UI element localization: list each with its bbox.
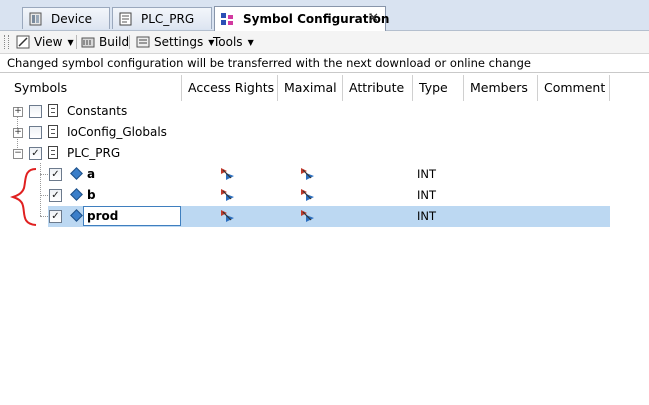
chevron-down-icon: ▼ — [67, 37, 74, 47]
column-header-access-rights[interactable]: Access Rights — [182, 75, 278, 101]
column-header-maximal[interactable]: Maximal — [278, 75, 343, 101]
column-header-members[interactable]: Members — [464, 75, 538, 101]
type-cell: INT — [417, 188, 437, 202]
gvl-icon — [48, 104, 58, 117]
tree-item-label: Constants — [67, 104, 128, 118]
column-header-comment[interactable]: Comment — [538, 75, 610, 101]
tree-row[interactable]: + Constants — [0, 101, 649, 122]
view-icon — [16, 35, 30, 49]
expand-icon[interactable]: + — [13, 107, 23, 117]
tree-item-label: IoConfig_Globals — [67, 125, 167, 139]
collapse-icon[interactable]: − — [13, 149, 23, 159]
tab-plc-prg[interactable]: PLC_PRG — [112, 7, 212, 29]
build-icon — [81, 35, 95, 49]
checkbox[interactable]: ✓ — [29, 147, 42, 160]
toolbar-separator — [129, 35, 130, 49]
toolbar: View ▼ Build Settings ▼ Tools ▼ — [0, 31, 649, 54]
grid-header: Symbols Access Rights Maximal Attribute … — [0, 75, 649, 101]
column-header-attribute[interactable]: Attribute — [343, 75, 413, 101]
tree-row[interactable]: + IoConfig_Globals — [0, 122, 649, 143]
access-rights-icon[interactable] — [220, 167, 236, 181]
maximal-access-icon — [301, 168, 314, 180]
column-header-type[interactable]: Type — [413, 75, 464, 101]
tools-menu-button[interactable]: Tools ▼ — [213, 33, 254, 51]
tree-row-selected[interactable]: ✓ prod INT — [0, 206, 649, 227]
maximal-access-icon — [301, 210, 314, 222]
symbol-config-icon — [221, 12, 235, 26]
tab-symbol-configuration[interactable]: Symbol Configuration ✕ — [214, 6, 389, 31]
tab-device[interactable]: Device — [22, 7, 110, 29]
checkbox[interactable]: ✓ — [49, 189, 62, 202]
checkbox[interactable]: ✓ — [49, 168, 62, 181]
access-rights-icon[interactable] — [220, 188, 236, 202]
settings-menu-button[interactable]: Settings ▼ — [136, 33, 214, 51]
close-tab-icon[interactable]: ✕ — [368, 12, 379, 26]
variable-name: b — [87, 188, 96, 202]
info-message: Changed symbol configuration will be tra… — [0, 54, 649, 73]
column-header-symbols[interactable]: Symbols — [8, 75, 182, 101]
variable-icon — [70, 167, 83, 180]
maximal-access-icon — [301, 189, 314, 201]
checkbox[interactable] — [29, 105, 42, 118]
access-rights-icon[interactable] — [220, 209, 236, 223]
pou-icon — [119, 12, 133, 26]
settings-icon — [136, 35, 150, 49]
chevron-down-icon: ▼ — [247, 37, 254, 47]
variable-name: a — [87, 167, 96, 181]
checkbox[interactable]: ✓ — [49, 210, 62, 223]
red-brace-annotation — [10, 168, 37, 226]
toolbar-grip[interactable] — [4, 35, 9, 49]
editor-tab-strip: Device PLC_PRG Symbol Configuration ✕ — [0, 0, 649, 31]
checkbox[interactable] — [29, 126, 42, 139]
tree-row[interactable]: ✓ a INT — [0, 164, 649, 185]
tree-row[interactable]: ✓ b INT — [0, 185, 649, 206]
type-cell: INT — [417, 167, 437, 181]
pou-icon — [48, 146, 58, 159]
toolbar-separator — [76, 35, 77, 49]
view-menu-button[interactable]: View ▼ — [16, 33, 74, 51]
variable-icon — [70, 188, 83, 201]
variable-name-edit-box[interactable]: prod — [83, 206, 181, 226]
gvl-icon — [48, 125, 58, 138]
expand-icon[interactable]: + — [13, 128, 23, 138]
tree-row[interactable]: − ✓ PLC_PRG — [0, 143, 649, 164]
tree-item-label: PLC_PRG — [67, 146, 121, 160]
type-cell: INT — [417, 209, 437, 223]
build-button[interactable]: Build — [81, 33, 129, 51]
device-icon — [29, 12, 43, 26]
